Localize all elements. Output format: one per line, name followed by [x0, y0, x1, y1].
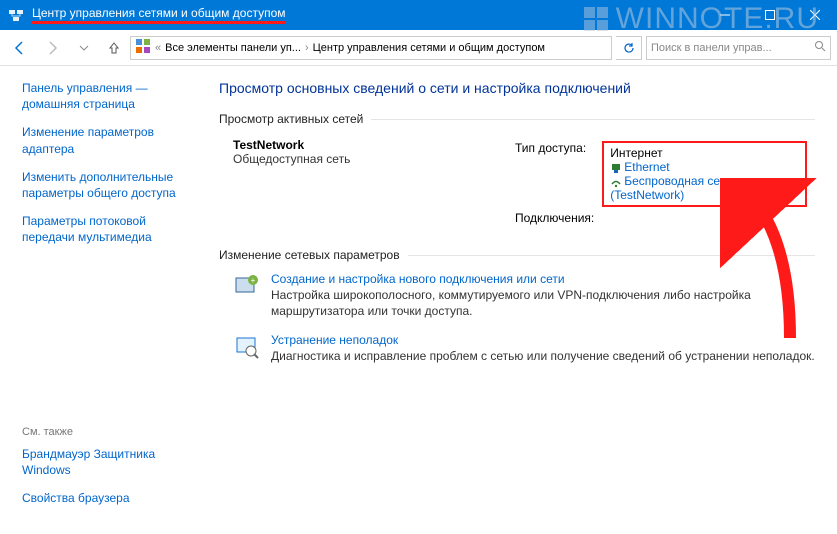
search-placeholder: Поиск в панели управ...: [651, 42, 810, 54]
recent-dropdown[interactable]: [70, 34, 98, 62]
address-bar[interactable]: « Все элементы панели уп... › Центр упра…: [130, 36, 612, 60]
network-name: TestNetwork: [233, 138, 493, 152]
wifi-icon: [610, 176, 622, 188]
search-icon: [814, 40, 826, 55]
close-button[interactable]: [792, 0, 837, 30]
network-type: Общедоступная сеть: [233, 152, 493, 166]
forward-button[interactable]: [38, 34, 66, 62]
change-settings-header: Изменение сетевых параметров: [219, 248, 815, 262]
sidebar-item-adapter[interactable]: Изменение параметров адаптера: [22, 124, 195, 156]
up-button[interactable]: [102, 36, 126, 60]
conn-label: Подключения:: [515, 210, 600, 226]
titlebar: Центр управления сетями и общим доступом: [0, 0, 837, 30]
sidebar-item-sharing[interactable]: Изменить дополнительные параметры общего…: [22, 169, 195, 201]
sidebar-item-media[interactable]: Параметры потоковой передачи мультимедиа: [22, 213, 195, 245]
refresh-button[interactable]: [616, 36, 642, 60]
task-desc: Диагностика и исправление проблем с сеть…: [271, 348, 815, 364]
control-panel-icon: [135, 38, 151, 57]
maximize-button[interactable]: [747, 0, 792, 30]
chevron-right-icon: ›: [305, 42, 309, 54]
active-networks-header: Просмотр активных сетей: [219, 112, 815, 126]
sidebar-item-browser[interactable]: Свойства браузера: [22, 490, 195, 506]
task-title[interactable]: Создание и настройка нового подключения …: [271, 272, 565, 286]
connection-ethernet[interactable]: Ethernet: [624, 160, 669, 174]
see-also-label: См. также: [22, 426, 195, 438]
search-input[interactable]: Поиск в панели управ...: [646, 36, 831, 60]
svg-text:+: +: [251, 276, 256, 285]
page-title: Просмотр основных сведений о сети и наст…: [219, 80, 815, 96]
troubleshoot-icon: [233, 333, 261, 361]
window-controls: [702, 0, 837, 30]
breadcrumb-sep: «: [155, 42, 161, 54]
ethernet-icon: [610, 162, 622, 174]
main-pane: Просмотр основных сведений о сети и наст…: [205, 66, 837, 534]
breadcrumb-item[interactable]: Все элементы панели уп...: [165, 42, 301, 54]
new-connection-icon: +: [233, 272, 261, 300]
task-troubleshoot[interactable]: Устранение неполадок Диагностика и испра…: [233, 333, 815, 364]
network-block: TestNetwork Общедоступная сеть Тип досту…: [233, 138, 815, 228]
task-title[interactable]: Устранение неполадок: [271, 333, 398, 347]
window-title: Центр управления сетями и общим доступом: [32, 6, 286, 24]
connection-wifi[interactable]: Беспроводная сеть (TestNetwork): [610, 174, 731, 202]
task-new-connection[interactable]: + Создание и настройка нового подключени…: [233, 272, 815, 319]
access-label: Тип доступа:: [515, 140, 600, 208]
back-button[interactable]: [6, 34, 34, 62]
breadcrumb-item[interactable]: Центр управления сетями и общим доступом: [313, 42, 545, 54]
minimize-button[interactable]: [702, 0, 747, 30]
navbar: « Все элементы панели уп... › Центр упра…: [0, 30, 837, 66]
network-center-icon: [8, 6, 26, 24]
task-desc: Настройка широкополосного, коммутируемог…: [271, 287, 815, 319]
sidebar-item-firewall[interactable]: Брандмауэр Защитника Windows: [22, 446, 195, 478]
access-value: Интернет: [610, 146, 662, 160]
sidebar: Панель управления — домашняя страница Из…: [0, 66, 205, 534]
sidebar-item-home[interactable]: Панель управления — домашняя страница: [22, 80, 195, 112]
